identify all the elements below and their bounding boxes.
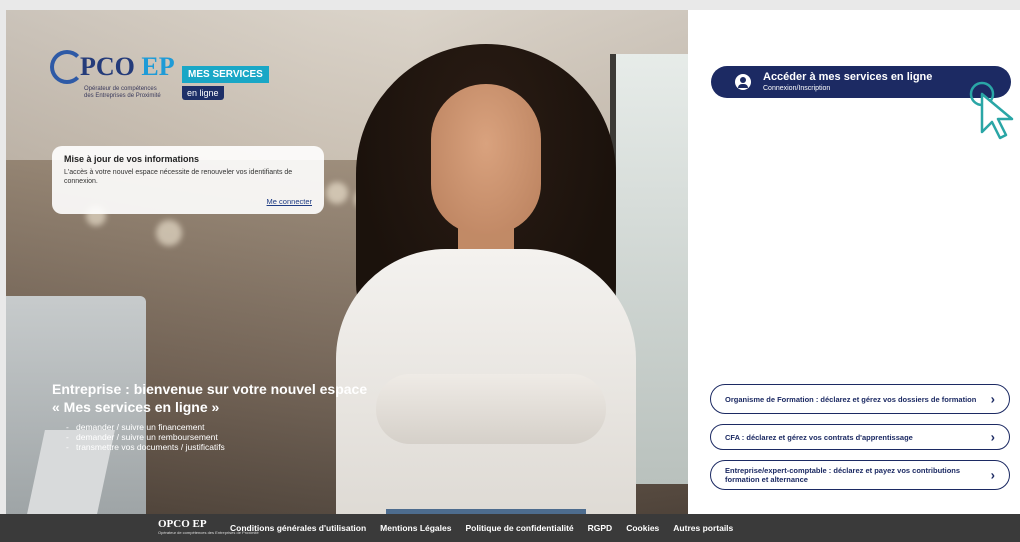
chevron-right-icon: › xyxy=(990,429,995,445)
footer-link-rgpd[interactable]: RGPD xyxy=(588,523,613,533)
option-label: CFA : déclarez et gérez vos contrats d'a… xyxy=(725,432,913,442)
info-card-title: Mise à jour de vos informations xyxy=(64,154,200,164)
list-item: demander / suivre un remboursement xyxy=(66,432,367,442)
list-item: demander / suivre un financement xyxy=(66,422,367,432)
option-label: Organisme de Formation : déclarez et gér… xyxy=(725,394,977,404)
welcome-title-line1: Entreprise : bienvenue sur votre nouvel … xyxy=(52,381,368,397)
right-panel: Accéder à mes services en ligne Connexio… xyxy=(688,10,1020,514)
hero-image: PCO EP Opérateur de compétences des Entr… xyxy=(6,10,688,514)
badge-line2: en ligne xyxy=(182,86,224,100)
footer-logo-sub: Opérateur de compétences des Entreprises… xyxy=(158,530,259,535)
chevron-right-icon: › xyxy=(990,391,995,407)
logo-wordmark: PCO EP xyxy=(80,52,175,82)
welcome-block: Entreprise : bienvenue sur votre nouvel … xyxy=(52,380,367,452)
list-item: transmettre vos documents / justificatif… xyxy=(66,442,367,452)
logo-circle-icon xyxy=(50,50,84,84)
badge-line1: MES SERVICES xyxy=(182,66,269,83)
info-update-card: Mise à jour de vos informations L'accès … xyxy=(52,146,324,214)
footer-link-autres-portails[interactable]: Autres portails xyxy=(673,523,733,533)
option-organisme-formation[interactable]: Organisme de Formation : déclarez et gér… xyxy=(710,384,1010,414)
footer-link-cgu[interactable]: Conditions générales d'utilisation xyxy=(230,523,366,533)
footer: OPCO EP Opérateur de compétences des Ent… xyxy=(0,514,1020,542)
footer-nav: Conditions générales d'utilisation Menti… xyxy=(230,523,733,533)
footer-link-mentions-legales[interactable]: Mentions Légales xyxy=(380,523,451,533)
option-entreprise-expert-comptable[interactable]: Entreprise/expert-comptable : déclarez e… xyxy=(710,460,1010,490)
logo-tagline-1: Opérateur de compétences xyxy=(84,86,157,92)
page-frame: PCO EP Opérateur de compétences des Entr… xyxy=(6,10,1020,514)
logo-name-prefix: PCO xyxy=(80,52,135,81)
hero-person xyxy=(336,44,636,514)
access-services-button[interactable]: Accéder à mes services en ligne Connexio… xyxy=(711,66,1011,98)
option-cfa[interactable]: CFA : déclarez et gérez vos contrats d'a… xyxy=(710,424,1010,450)
welcome-list: demander / suivre un financement demande… xyxy=(66,422,367,452)
option-label: Entreprise/expert-comptable : déclarez e… xyxy=(725,466,961,484)
bokeh-light xyxy=(156,220,182,246)
footer-logo-text: OPCO EP xyxy=(158,518,207,530)
hero-person-arms xyxy=(376,374,606,444)
footer-logo[interactable]: OPCO EP Opérateur de compétences des Ent… xyxy=(158,518,259,538)
hero-person-face xyxy=(431,84,541,234)
chevron-right-icon: › xyxy=(990,467,995,483)
welcome-title-line2: « Mes services en ligne » xyxy=(52,399,220,415)
info-card-text: L'accès à votre nouvel espace nécessite … xyxy=(64,169,293,185)
access-button-title: Accéder à mes services en ligne xyxy=(763,71,933,83)
pointer-cursor-icon xyxy=(969,81,1014,140)
logo-name-suffix: EP xyxy=(141,52,175,81)
access-button-subtitle: Connexion/Inscription xyxy=(763,85,831,92)
logo-tagline-2: des Entreprises de Proximité xyxy=(84,93,161,99)
mes-services-badge: MES SERVICES en ligne xyxy=(182,64,269,101)
user-circle-icon xyxy=(735,74,751,90)
footer-link-cookies[interactable]: Cookies xyxy=(626,523,659,533)
footer-link-confidentialite[interactable]: Politique de confidentialité xyxy=(465,523,573,533)
me-connecter-link[interactable]: Me connecter xyxy=(267,197,312,206)
